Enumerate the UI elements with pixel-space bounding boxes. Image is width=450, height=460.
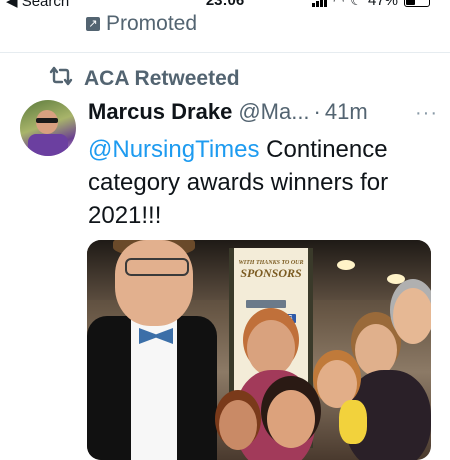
photo-light	[337, 260, 355, 270]
person-man-glasses	[393, 288, 431, 344]
mention-link[interactable]: @NursingTimes	[88, 136, 260, 163]
promoted-arrow-icon: ↗	[86, 17, 100, 31]
avatar-sunglasses	[36, 118, 58, 123]
promoted-text: Promoted	[106, 12, 198, 35]
sponsor-logo	[246, 300, 286, 308]
person-woman	[355, 324, 397, 376]
separator-dot: ·	[313, 99, 321, 124]
moon-icon: ☾	[350, 0, 362, 8]
photo-light	[387, 274, 405, 284]
retweet-label: ACA Retweeted	[84, 67, 240, 90]
author-handle[interactable]: @Ma...	[238, 99, 309, 125]
more-options-icon[interactable]: ···	[415, 102, 438, 125]
wifi-icon: ◠	[332, 0, 345, 8]
yellow-mascot	[339, 400, 367, 444]
divider	[0, 52, 450, 53]
person-woman	[247, 320, 295, 376]
signal-icon	[311, 0, 327, 7]
status-indicators: ◠ ☾ 47%	[309, 0, 430, 9]
retweet-context[interactable]: ACA Retweeted	[48, 66, 240, 92]
tweet-timestamp[interactable]: 41m	[325, 99, 368, 125]
person-glasses	[125, 258, 189, 276]
tweet-text: @NursingTimes Continence category awards…	[88, 133, 433, 232]
banner-title: SPONSORS	[240, 266, 302, 280]
tweet-photo[interactable]: WITH THANKS TO OUR SPONSORS NHS	[87, 240, 431, 460]
promoted-label: ↗ Promoted	[86, 12, 197, 36]
person-woman	[219, 400, 257, 450]
banner-heading: WITH THANKS TO OUR SPONSORS	[234, 260, 308, 281]
retweet-icon	[48, 66, 74, 92]
battery-percent: 47%	[367, 0, 398, 9]
author-name[interactable]: Marcus Drake	[88, 99, 232, 125]
avatar[interactable]	[20, 100, 76, 156]
status-bar: ◀ Search 23:06 ◠ ☾ 47%	[0, 0, 450, 10]
battery-icon	[404, 0, 430, 7]
person-face	[115, 240, 193, 326]
person-woman-smiling	[267, 390, 315, 448]
avatar-shirt	[28, 134, 68, 156]
tweet-header: Marcus Drake @Ma... · 41m ···	[88, 99, 438, 125]
